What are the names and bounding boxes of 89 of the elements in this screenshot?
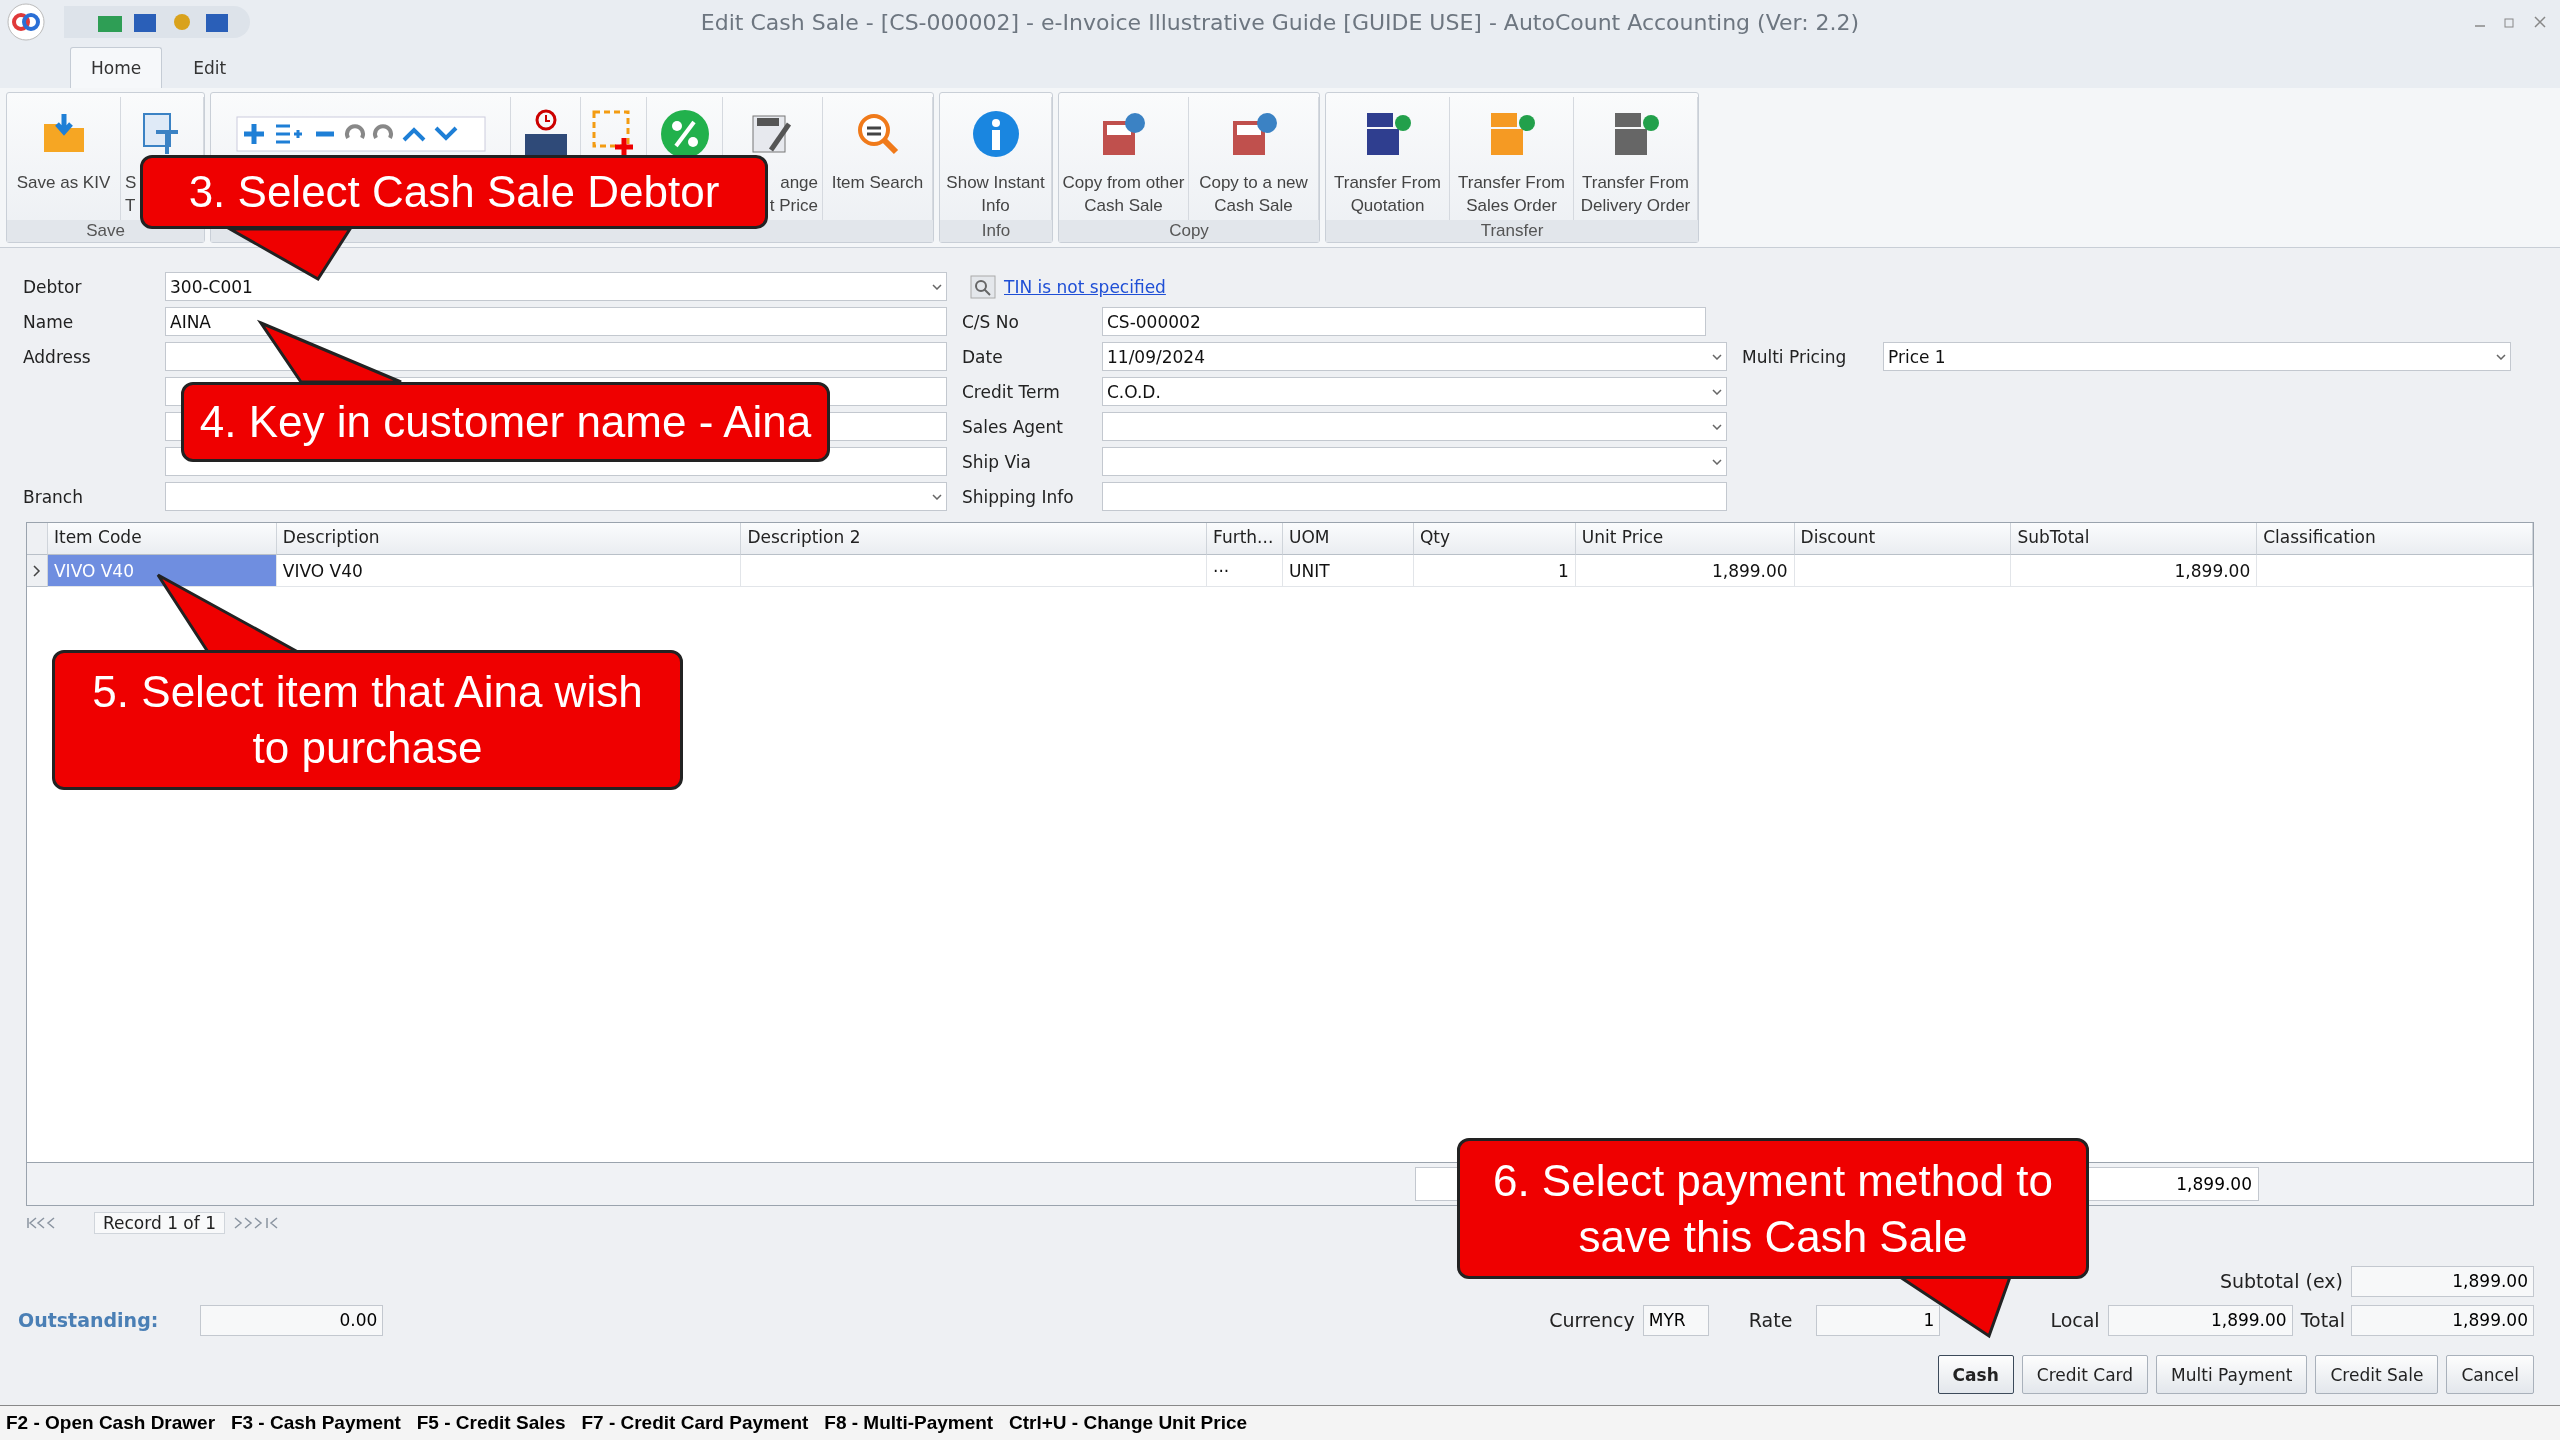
dropdown-caret-icon[interactable] [932,493,942,500]
local-value: 1,899.00 [2107,1304,2293,1336]
outstanding-value: 0.00 [200,1304,384,1336]
name-field[interactable]: AINA [165,307,947,336]
column-header[interactable]: UOM [1283,523,1414,555]
column-header[interactable]: Description [276,523,742,555]
total-label: Total [2300,1309,2345,1331]
dropdown-caret-icon[interactable] [2496,353,2506,360]
total-value: 1,899.00 [2351,1304,2534,1336]
row-indicator-header [27,523,48,555]
input-field[interactable] [1102,447,1727,476]
tin-link[interactable]: TIN is not specified [1004,276,1166,297]
ribbon-button-label[interactable]: Show Instant Info [946,171,1045,217]
ribbon-tab[interactable]: Edit [172,47,248,88]
ribbon-tab[interactable]: Home [70,47,163,88]
field-label: Sales Agent [962,416,1064,437]
ribbon-button-label[interactable]: S T [125,171,137,217]
group-label: Copy [1059,220,1319,242]
payment-button[interactable]: Cash [1937,1355,2014,1394]
field-label: Credit Term [962,381,1061,402]
ribbon-button-label[interactable]: Copy from other Cash Sale [1062,171,1185,217]
payment-button[interactable]: Multi Payment [2156,1355,2308,1394]
field-label: Date [962,346,1004,367]
payment-button[interactable]: Credit Sale [2315,1355,2439,1394]
subtotal-value: 1,899.00 [2351,1265,2534,1297]
debtor-field[interactable]: 300-C001 [165,272,947,301]
column-header[interactable]: Qty [1413,523,1576,555]
app-logo[interactable] [6,2,46,42]
field-label: Branch [23,486,84,507]
field-label: Address [23,346,92,367]
column-header[interactable]: Discount [1794,523,2012,555]
field-label: C/S No [962,311,1020,332]
input-field[interactable]: C.O.D. [1102,377,1727,406]
local-label: Local [2050,1309,2100,1331]
table-cell: UNIT [1283,555,1414,587]
ribbon-button-label[interactable]: Transfer From Sales Order [1457,171,1565,217]
ribbon-button-label[interactable]: Transfer From Quotation [1333,171,1441,217]
rate-field[interactable]: 1 [1816,1304,1941,1336]
table-cell: ··· [1207,555,1283,587]
input-field[interactable] [1102,482,1727,511]
input-field[interactable]: CS-000002 [1102,307,1706,336]
close-icon[interactable] [2534,16,2546,28]
lookup-icon[interactable] [970,274,996,299]
field-label: Name [23,311,75,332]
column-header[interactable]: SubTotal [2011,523,2258,555]
dropdown-caret-icon[interactable] [1712,388,1722,395]
table-cell: 1,899.00 [2011,555,2258,587]
record-counter: Record 1 of 1 [94,1212,225,1234]
edit-toolbar-icon[interactable] [235,116,486,152]
currency-label: Currency [1549,1309,1635,1331]
ribbon-button-label[interactable]: Transfer From Delivery Order [1580,171,1691,217]
dropdown-caret-icon[interactable] [1712,423,1722,430]
outstanding-label: Outstanding: [18,1309,159,1331]
column-header[interactable]: Furth... [1207,523,1283,555]
column-header[interactable]: Unit Price [1575,523,1795,555]
table-cell: 1,899.00 [1575,555,1795,587]
ribbon-button-label[interactable]: ange t Price [769,171,818,217]
subtotal-label: Subtotal (ex) [2219,1270,2343,1292]
table-cell: 1 [1413,555,1576,587]
column-header[interactable]: Description 2 [741,523,1208,555]
window-title: Edit Cash Sale - [CS-000002] - e-Invoice Illustrative Guide [GUIDE USE] - AutoCount Accounting (Ver: 2.2) [700,9,1860,35]
table-cell: VIVO V40 [276,555,742,587]
field-label: Multi Pricing [1742,346,1848,367]
address-field[interactable] [165,342,947,371]
row-indicator-cell[interactable] [27,555,48,587]
payment-button[interactable]: Cancel [2446,1355,2534,1394]
branch-field[interactable] [165,482,947,511]
ribbon-button-label[interactable]: Save as KIV [16,171,111,194]
dropdown-caret-icon[interactable] [1712,353,1722,360]
shortcut-status-bar: F2 - Open Cash Drawer F3 - Cash Payment F5 - Credit Sales F7 - Credit Card Payment F8 - Multi-Payment Ctrl+U - Change Unit Price [0,1405,2560,1440]
input-field[interactable] [1102,412,1727,441]
column-header[interactable]: Item Code [48,523,277,555]
currency-field[interactable]: MYR [1642,1304,1709,1336]
field-label: Shipping Info [962,486,1075,507]
column-header[interactable]: Classification [2257,523,2533,555]
group-label: Info [940,220,1052,242]
ribbon-button-label[interactable]: Copy to a new Cash Sale [1199,171,1308,217]
rate-label: Rate [1748,1309,1793,1331]
dropdown-caret-icon[interactable] [1712,458,1722,465]
field-label: Ship Via [962,451,1032,472]
group-label: Transfer [1326,220,1698,242]
restore-icon[interactable] [2504,16,2516,28]
input-field[interactable]: 11/09/2024 [1102,342,1727,371]
dropdown-caret-icon[interactable] [932,283,942,290]
field-label: Debtor [23,276,83,297]
multi-pricing-field[interactable]: Price 1 [1883,342,2511,371]
info-icon [970,109,1021,159]
ribbon-button-label[interactable]: Item Search [831,171,924,194]
payment-button[interactable]: Credit Card [2021,1355,2149,1394]
